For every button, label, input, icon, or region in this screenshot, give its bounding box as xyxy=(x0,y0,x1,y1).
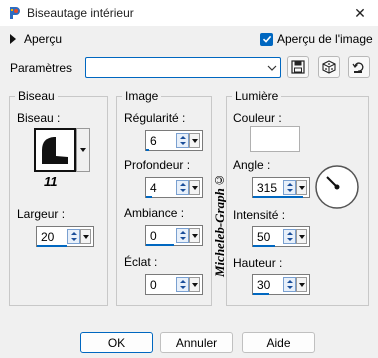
ok-button[interactable]: OK xyxy=(80,332,153,353)
preview-toggle[interactable]: Aperçu xyxy=(10,32,62,46)
intensity-spinbox[interactable]: 50 xyxy=(252,226,310,247)
height-spin-arrows[interactable] xyxy=(283,277,296,292)
height-dropdown[interactable] xyxy=(296,277,307,292)
app-logo-icon xyxy=(10,7,20,19)
ambience-spinbox[interactable]: 0 xyxy=(145,225,203,246)
save-preset-button[interactable] xyxy=(287,56,309,78)
reset-arrow-icon xyxy=(352,62,364,73)
depth-spinbox[interactable]: 4 xyxy=(145,177,203,198)
regularity-value: 6 xyxy=(150,134,157,148)
depth-label: Profondeur : xyxy=(124,158,191,172)
floppy-disk-icon xyxy=(291,60,305,74)
regularity-dropdown[interactable] xyxy=(189,133,200,148)
preview-image-label: Aperçu de l'image xyxy=(277,32,373,46)
angle-dropdown[interactable] xyxy=(296,180,307,195)
angle-label: Angle : xyxy=(233,158,271,172)
width-spin-arrows[interactable] xyxy=(67,229,80,244)
ambience-label: Ambiance : xyxy=(124,206,185,220)
angle-spinbox[interactable]: 315 xyxy=(252,177,310,198)
cancel-button[interactable]: Annuler xyxy=(160,332,233,353)
ambience-value: 0 xyxy=(150,229,157,243)
help-button[interactable]: Aide xyxy=(242,332,315,353)
height-value: 30 xyxy=(257,278,271,292)
shine-value: 0 xyxy=(150,278,157,292)
preview-toggle-label: Aperçu xyxy=(24,32,63,46)
light-group-title: Lumière xyxy=(232,89,282,103)
width-dropdown[interactable] xyxy=(80,229,91,244)
depth-spin-arrows[interactable] xyxy=(176,180,189,195)
bevel-number: 11 xyxy=(44,174,58,189)
width-value: 20 xyxy=(41,230,55,244)
bevel-shape-preview[interactable] xyxy=(34,128,76,172)
chevron-down-icon[interactable] xyxy=(267,63,277,73)
checkmark-icon[interactable] xyxy=(260,32,273,46)
height-spinbox[interactable]: 30 xyxy=(252,274,310,295)
shine-label: Éclat : xyxy=(124,255,158,269)
bevel-shape-dropdown[interactable] xyxy=(76,128,90,172)
regularity-label: Régularité : xyxy=(124,111,186,125)
ambience-spin-arrows[interactable] xyxy=(176,228,189,243)
angle-dial-icon[interactable] xyxy=(314,164,360,210)
expand-triangle-icon xyxy=(10,34,16,44)
shine-spinbox[interactable]: 0 xyxy=(145,274,203,295)
random-preset-button[interactable] xyxy=(318,56,340,78)
intensity-dropdown[interactable] xyxy=(296,229,307,244)
intensity-spin-arrows[interactable] xyxy=(283,229,296,244)
height-label: Hauteur : xyxy=(233,256,283,270)
depth-value: 4 xyxy=(150,181,157,195)
presets-combo[interactable] xyxy=(85,57,281,78)
window-title: Biseautage intérieur xyxy=(27,6,134,20)
width-slider-bar xyxy=(37,245,67,247)
intensity-value: 50 xyxy=(257,230,271,244)
close-icon[interactable]: ✕ xyxy=(350,3,370,23)
light-color-swatch[interactable] xyxy=(250,126,300,152)
bevel-label: Biseau : xyxy=(17,111,61,125)
image-group-title: Image xyxy=(122,89,162,103)
presets-label: Paramètres xyxy=(10,61,73,75)
width-spinbox[interactable]: 20 xyxy=(36,226,94,247)
depth-dropdown[interactable] xyxy=(189,180,200,195)
color-label: Couleur : xyxy=(233,111,282,125)
intensity-label: Intensité : xyxy=(233,208,286,222)
ambience-slider-bar xyxy=(146,244,174,246)
presets-row: Paramètres xyxy=(0,56,378,80)
height-slider-bar xyxy=(253,293,269,295)
regularity-slider-bar xyxy=(146,149,149,151)
regularity-spinbox[interactable]: 6 xyxy=(145,130,203,151)
dice-icon xyxy=(322,60,336,74)
angle-value: 315 xyxy=(257,181,278,195)
shine-spin-arrows[interactable] xyxy=(176,277,189,292)
bevel-group-title: Biseau xyxy=(15,89,58,103)
angle-slider-bar xyxy=(253,196,303,198)
regularity-spin-arrows[interactable] xyxy=(176,133,189,148)
bevel-shape-icon xyxy=(42,137,68,164)
intensity-slider-bar xyxy=(253,245,275,247)
title-bar: Biseautage intérieur ✕ xyxy=(0,0,378,26)
width-label: Largeur : xyxy=(17,207,66,221)
ambience-dropdown[interactable] xyxy=(189,228,200,243)
preview-image-checkbox[interactable]: Aperçu de l'image xyxy=(260,32,373,46)
depth-slider-bar xyxy=(146,196,152,198)
reset-preset-button[interactable] xyxy=(348,56,370,78)
preview-row: Aperçu Aperçu de l'image xyxy=(0,28,378,50)
angle-spin-arrows[interactable] xyxy=(283,180,296,195)
shine-dropdown[interactable] xyxy=(189,277,200,292)
